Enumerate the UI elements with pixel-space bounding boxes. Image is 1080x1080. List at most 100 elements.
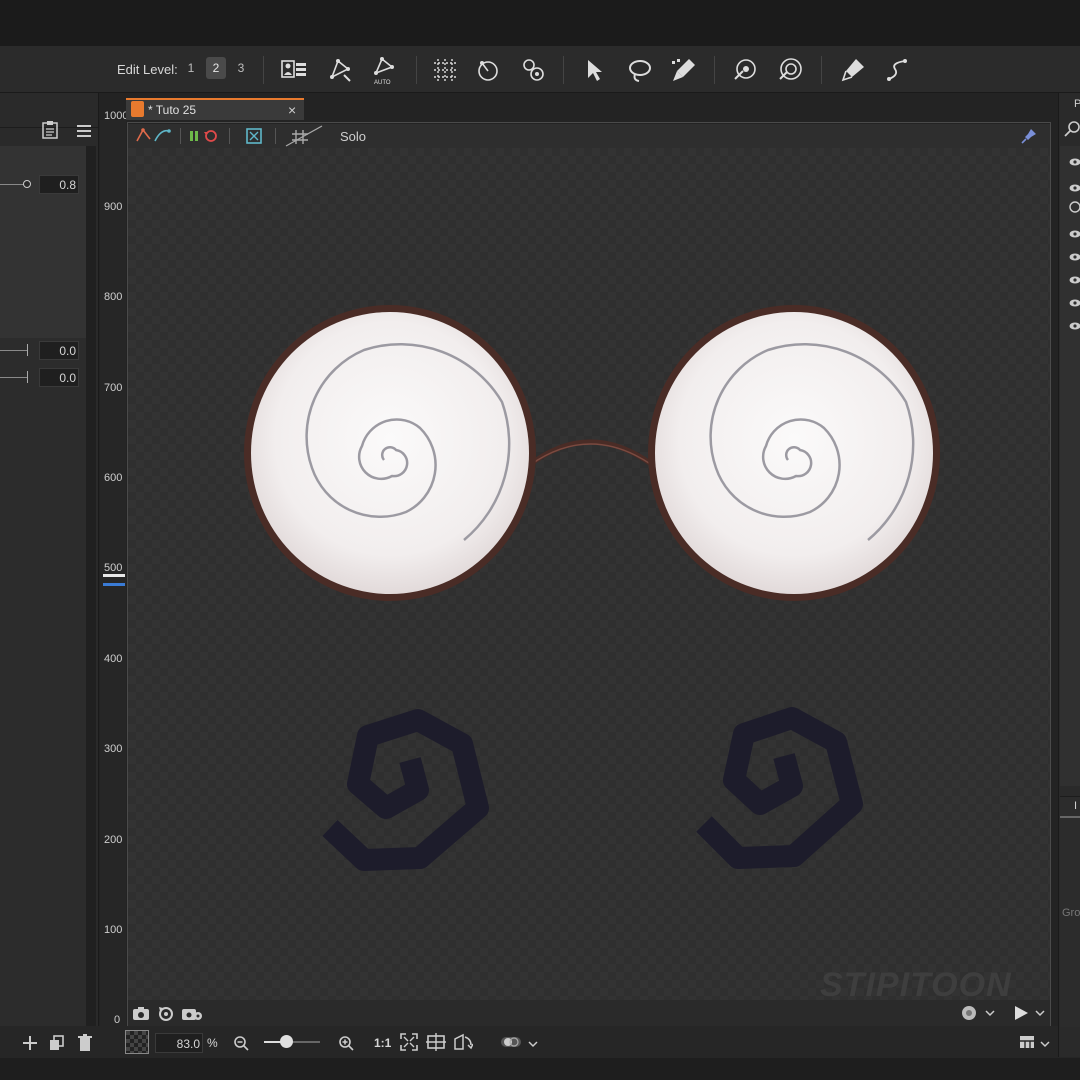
duplicate-icon[interactable] bbox=[49, 1035, 65, 1051]
parameter-scrollbar[interactable] bbox=[86, 146, 96, 1026]
grid-deform-icon[interactable] bbox=[430, 55, 460, 85]
parts-list[interactable] bbox=[1060, 146, 1080, 786]
view-toolbar bbox=[128, 124, 1050, 149]
mesh-display-icon[interactable] bbox=[135, 127, 173, 145]
actual-size-button[interactable]: 1:1 bbox=[374, 1036, 391, 1050]
zoom-slider-knob[interactable] bbox=[280, 1035, 293, 1048]
edit-level-1[interactable]: 1 bbox=[181, 57, 201, 79]
title-bar bbox=[0, 0, 1080, 46]
inspector-tab-underline bbox=[1060, 816, 1080, 818]
play-icon[interactable] bbox=[1012, 1004, 1030, 1022]
lasso-select-icon[interactable] bbox=[625, 55, 655, 85]
add-icon[interactable] bbox=[22, 1035, 38, 1051]
parameter-slider-knob[interactable] bbox=[23, 180, 31, 188]
parameter-slider-track[interactable] bbox=[0, 350, 28, 351]
menu-icon[interactable] bbox=[76, 124, 92, 138]
zoom-in-icon[interactable] bbox=[338, 1035, 354, 1051]
edit-level-3[interactable]: 3 bbox=[231, 57, 251, 79]
ruler-label: 200 bbox=[104, 834, 123, 846]
mesh-edit-icon[interactable] bbox=[326, 55, 356, 85]
ruler-label: 600 bbox=[104, 472, 123, 484]
parameter-value-field[interactable]: 0.0 bbox=[39, 368, 79, 387]
parameter-slider-track[interactable] bbox=[0, 184, 24, 185]
parameter-slider-track[interactable] bbox=[0, 377, 28, 378]
ruler-label: 100 bbox=[104, 924, 123, 936]
eye-icon[interactable] bbox=[1069, 248, 1080, 261]
bounds-display-icon[interactable] bbox=[244, 127, 264, 145]
eye-icon[interactable] bbox=[1069, 271, 1080, 284]
toolbar-separator bbox=[563, 56, 564, 84]
glasses-artwork[interactable] bbox=[128, 148, 1050, 1000]
view-toolbar-separator bbox=[180, 128, 181, 144]
toolbar-separator bbox=[714, 56, 715, 84]
ruler-label: 0 bbox=[114, 1014, 121, 1026]
parameter-panel-header bbox=[0, 93, 98, 139]
flip-view-icon[interactable] bbox=[453, 1033, 474, 1051]
parts-panel-tab[interactable]: P bbox=[1074, 98, 1080, 110]
parameter-slider-marker bbox=[27, 371, 28, 383]
layer-mesh-icon[interactable] bbox=[279, 55, 309, 85]
arrow-select-icon[interactable] bbox=[580, 55, 610, 85]
path-edit-icon[interactable] bbox=[883, 55, 913, 85]
close-tab-icon[interactable]: × bbox=[288, 102, 296, 118]
zoom-out-icon[interactable] bbox=[233, 1035, 249, 1051]
toolbar-separator bbox=[821, 56, 822, 84]
ruler-position-marker[interactable] bbox=[103, 583, 125, 586]
eye-icon[interactable] bbox=[1069, 225, 1080, 238]
brush-select-icon[interactable] bbox=[669, 55, 699, 85]
center-view-icon[interactable] bbox=[426, 1033, 446, 1051]
edit-level-2[interactable]: 2 bbox=[206, 57, 226, 79]
zoom-unit: % bbox=[207, 1036, 218, 1050]
parameter-value-field[interactable]: 0.0 bbox=[39, 341, 79, 360]
ruler-label: 1000 bbox=[104, 110, 129, 122]
camera-reset-icon[interactable] bbox=[157, 1005, 175, 1021]
model-canvas[interactable] bbox=[128, 148, 1050, 1000]
group-label: Gro bbox=[1062, 907, 1080, 919]
hidden-eye-icon[interactable] bbox=[1069, 200, 1080, 213]
camera-icon[interactable] bbox=[132, 1005, 150, 1021]
rotation-deformer-icon[interactable] bbox=[473, 55, 503, 85]
clipboard-icon[interactable] bbox=[40, 121, 62, 139]
search-icon[interactable] bbox=[1064, 121, 1080, 137]
toggle-display-icon[interactable] bbox=[188, 127, 220, 145]
ruler-label: 700 bbox=[104, 382, 123, 394]
auto-mesh-icon[interactable]: AUTO bbox=[370, 55, 400, 86]
eye-icon[interactable] bbox=[1069, 179, 1080, 192]
pen-icon[interactable] bbox=[838, 55, 868, 85]
glue-icon[interactable] bbox=[518, 55, 548, 85]
trash-icon[interactable] bbox=[77, 1034, 93, 1052]
chevron-down-icon[interactable] bbox=[984, 1006, 996, 1018]
ruler-label: 300 bbox=[104, 743, 123, 755]
fit-to-view-icon[interactable] bbox=[399, 1032, 419, 1052]
pin-icon[interactable] bbox=[1021, 128, 1037, 144]
solo-toggle[interactable]: Solo bbox=[340, 129, 366, 144]
parameter-lower-section bbox=[0, 338, 86, 1026]
edit-level-label: Edit Level: bbox=[117, 62, 178, 77]
deform-brush-icon[interactable] bbox=[731, 55, 761, 85]
eye-icon[interactable] bbox=[1069, 317, 1080, 330]
grid-toggle-icon[interactable] bbox=[284, 124, 324, 148]
ruler-label: 800 bbox=[104, 291, 123, 303]
chevron-down-icon[interactable] bbox=[1034, 1006, 1046, 1018]
toolbar-separator bbox=[263, 56, 264, 84]
eye-icon[interactable] bbox=[1069, 153, 1080, 166]
model-file-icon bbox=[131, 101, 144, 117]
inspector-tab[interactable]: I bbox=[1074, 800, 1077, 812]
chevron-down-icon[interactable] bbox=[1039, 1037, 1051, 1049]
document-tab-title: * Tuto 25 bbox=[148, 103, 197, 117]
ruler-label: 500 bbox=[104, 562, 123, 574]
ruler-guide-marker[interactable] bbox=[103, 574, 125, 577]
display-mode-toggle-icon[interactable] bbox=[500, 1035, 522, 1049]
camera-settings-icon[interactable] bbox=[181, 1005, 203, 1021]
viewport-bottom-bar bbox=[128, 1000, 1050, 1026]
parameter-value-field[interactable]: 0.8 bbox=[39, 175, 79, 194]
chevron-down-icon[interactable] bbox=[527, 1037, 539, 1049]
layout-icon[interactable] bbox=[1019, 1035, 1035, 1049]
background-swatch[interactable] bbox=[125, 1030, 149, 1054]
playback-target-icon[interactable] bbox=[960, 1004, 978, 1022]
svg-text:AUTO: AUTO bbox=[374, 80, 391, 85]
zoom-field[interactable]: 83.0 bbox=[155, 1033, 203, 1053]
toolbar-separator bbox=[416, 56, 417, 84]
eye-icon[interactable] bbox=[1069, 294, 1080, 307]
warp-brush-icon[interactable] bbox=[776, 55, 806, 85]
